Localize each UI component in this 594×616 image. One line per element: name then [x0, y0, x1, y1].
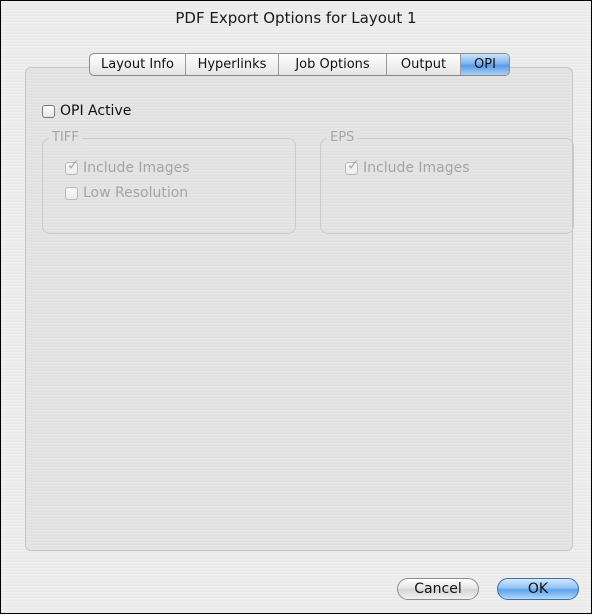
tiff-low-resolution-label: Low Resolution	[83, 185, 189, 201]
eps-include-images-checkbox: ✓	[345, 157, 360, 175]
tiff-include-images-label: Include Images	[83, 160, 190, 176]
tiff-include-images-row: ✓ Include Images	[65, 157, 190, 176]
eps-include-images-row: ✓ Include Images	[345, 157, 470, 176]
checkmark-icon: ✓	[67, 155, 80, 174]
opi-tab-pane: OPI Active TIFF ✓ Include Images Low Res…	[25, 67, 574, 551]
tiff-low-resolution-checkbox	[65, 186, 78, 200]
tab-output[interactable]: Output	[387, 54, 461, 75]
eps-group-title: EPS	[327, 130, 358, 146]
ok-button[interactable]: OK	[497, 578, 579, 600]
tab-opi[interactable]: OPI	[461, 54, 509, 75]
opi-active-checkbox[interactable]	[42, 104, 55, 118]
tiff-group: TIFF ✓ Include Images Low Resolution	[42, 130, 296, 234]
tiff-include-images-checkbox: ✓	[65, 157, 80, 175]
pdf-export-dialog: PDF Export Options for Layout 1 Layout I…	[0, 0, 592, 614]
eps-group: EPS ✓ Include Images	[320, 130, 574, 234]
checkmark-icon: ✓	[347, 155, 360, 174]
dialog-title: PDF Export Options for Layout 1	[175, 9, 417, 27]
cancel-button[interactable]: Cancel	[397, 578, 479, 600]
tab-layout-info[interactable]: Layout Info	[90, 54, 186, 75]
tiff-group-title: TIFF	[49, 130, 82, 146]
tiff-low-resolution-row: Low Resolution	[65, 185, 188, 201]
tab-bar: Layout Info Hyperlinks Job Options Outpu…	[89, 53, 510, 76]
opi-active-label: OPI Active	[60, 103, 132, 119]
opi-active-checkbox-row[interactable]: OPI Active	[42, 103, 131, 119]
tab-hyperlinks[interactable]: Hyperlinks	[186, 54, 279, 75]
eps-include-images-label: Include Images	[363, 160, 470, 176]
tab-job-options[interactable]: Job Options	[279, 54, 387, 75]
